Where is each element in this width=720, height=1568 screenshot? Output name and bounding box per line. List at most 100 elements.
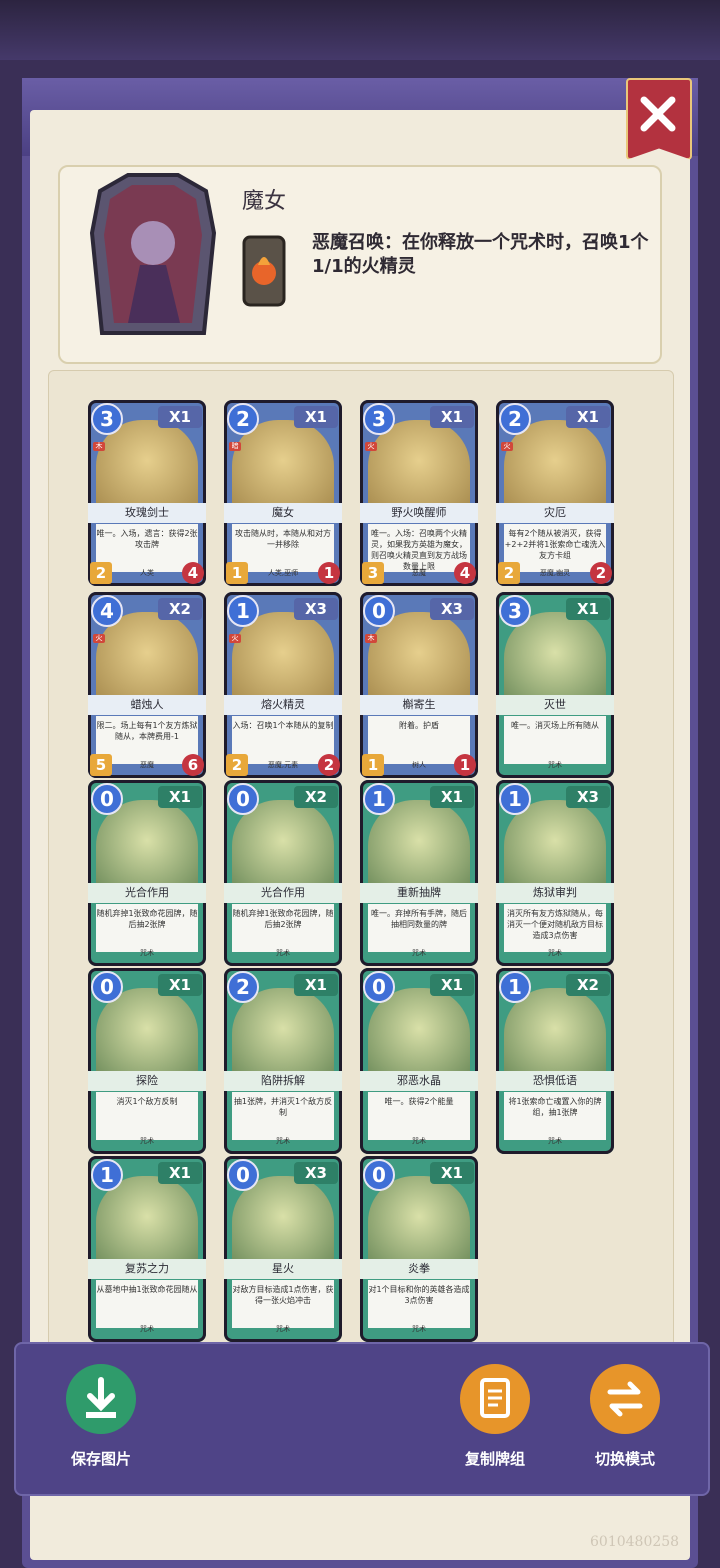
fire-spirit-icon [242,235,286,307]
card-name: 恐惧低语 [496,1071,614,1091]
card-element-tag: 火 [365,442,377,451]
card-type: 咒术 [548,949,562,957]
save-image-label: 保存图片 [70,1450,131,1468]
card-cost: 3 [363,403,395,435]
card-count: X1 [158,1162,202,1184]
card-description: 唯一。消灭场上所有随从 [504,716,606,764]
card-cost: 3 [499,595,531,627]
card-type: 咒术 [412,1325,426,1333]
card-cost: 1 [499,971,531,1003]
card-count: X3 [566,786,610,808]
card-count: X1 [158,974,202,996]
card-count: X1 [294,406,338,428]
hero-portrait [89,173,217,335]
card-type: 咒术 [412,949,426,957]
card-description: 消灭所有友方炼狱随从，每消灭一个便对随机敌方目标造成3点伤害 [504,904,606,952]
card-name: 炎拳 [360,1259,478,1279]
card-element-tag: 火 [93,634,105,643]
card-name: 炼狱审判 [496,883,614,903]
deck-card[interactable]: 0 X3 星火 对敌方目标造成1点伤害，获得一张火焰冲击 咒术 [224,1156,342,1342]
hero-name: 魔女 [242,189,287,214]
deck-card[interactable]: 2 X1 暗魔女 攻击随从时，本随从和对方一并移除 人类,巫师 1 1 [224,400,342,586]
deck-card[interactable]: 1 X3 炼狱审判 消灭所有友方炼狱随从，每消灭一个便对随机敌方目标造成3点伤害 咒术 [496,780,614,966]
card-attack: 2 [226,754,248,776]
top-background [0,0,720,60]
deck-card[interactable]: 0 X1 光合作用 随机弃掉1张致命花园牌，随后抽2张牌 咒术 [88,780,206,966]
deck-card[interactable]: 1 X3 火熔火精灵 入场：召唤1个本随从的复制 恶魔,元素 2 2 [224,592,342,778]
card-count: X2 [294,786,338,808]
card-name: 蜡烛人 [88,695,206,715]
copy-deck-button[interactable] [460,1364,530,1434]
card-name: 魔女 [224,503,342,523]
card-description: 随机弃掉1张致命花园牌，随后抽2张牌 [96,904,198,952]
card-name: 陷阱拆解 [224,1071,342,1091]
card-cost: 2 [227,971,259,1003]
card-cost: 1 [91,1159,123,1191]
card-count: X3 [294,1162,338,1184]
deck-card[interactable]: 0 X1 探险 消灭1个敌方反制 咒术 [88,968,206,1154]
card-health: 4 [182,562,204,584]
deck-card[interactable]: 0 X3 木槲寄生 附着。护盾 树人 1 1 [360,592,478,778]
card-count: X2 [566,974,610,996]
deck-card[interactable]: 1 X1 重新抽牌 唯一。弃掉所有手牌，随后抽相同数量的牌 咒术 [360,780,478,966]
deck-card[interactable]: 2 X1 陷阱拆解 抽1张牌，并消灭1个敌方反制 咒术 [224,968,342,1154]
deck-card[interactable]: 4 X2 火蜡烛人 限二。场上每有1个友方炼狱随从，本牌费用-1 恶魔 5 6 [88,592,206,778]
card-count: X1 [430,1162,474,1184]
deck-card[interactable]: 2 X1 火灾厄 每有2个随从被消灭，获得+2+2并将1张索命亡魂洗入友方卡组 恶魔,幽… [496,400,614,586]
card-health: 1 [318,562,340,584]
deck-card[interactable]: 1 X1 复苏之力 从墓地中抽1张致命花园随从 咒术 [88,1156,206,1342]
card-cost: 4 [91,595,123,627]
card-cost: 0 [91,971,123,1003]
card-name: 玫瑰剑士 [88,503,206,523]
close-icon [640,96,676,132]
card-description: 随机弃掉1张致命花园牌，随后抽2张牌 [232,904,334,952]
card-count: X1 [430,974,474,996]
save-image-button[interactable] [66,1364,136,1434]
watermark: 6010480258 [590,1534,680,1550]
card-health: 1 [454,754,476,776]
deck-card[interactable]: 0 X1 邪恶水晶 唯一。获得2个能量 咒术 [360,968,478,1154]
card-description: 消灭1个敌方反制 [96,1092,198,1140]
card-cost: 0 [363,595,395,627]
card-description: 对1个目标和你的英雄各造成3点伤害 [368,1280,470,1328]
bottom-toolbar: 保存图片 复制牌组 切换模式 [14,1342,710,1496]
card-count: X1 [566,406,610,428]
card-name: 邪恶水晶 [360,1071,478,1091]
card-name: 灭世 [496,695,614,715]
deck-card[interactable]: 0 X2 光合作用 随机弃掉1张致命花园牌，随后抽2张牌 咒术 [224,780,342,966]
card-element-tag: 暗 [229,442,241,451]
card-cost: 0 [227,1159,259,1191]
card-description: 对敌方目标造成1点伤害，获得一张火焰冲击 [232,1280,334,1328]
switch-mode-button[interactable] [590,1364,660,1434]
deck-card[interactable]: 1 X2 恐惧低语 将1张索命亡魂置入你的牌组，抽1张牌 咒术 [496,968,614,1154]
card-type: 咒术 [276,1137,290,1145]
card-count: X1 [430,406,474,428]
card-type: 咒术 [140,949,154,957]
close-button[interactable] [626,78,692,160]
card-health: 6 [182,754,204,776]
card-element-tag: 火 [501,442,513,451]
deck-card[interactable]: 3 X1 灭世 唯一。消灭场上所有随从 咒术 [496,592,614,778]
card-attack: 2 [498,562,520,584]
card-attack: 5 [90,754,112,776]
card-cost: 0 [227,783,259,815]
card-name: 光合作用 [88,883,206,903]
card-cost: 1 [227,595,259,627]
card-type: 咒术 [548,1137,562,1145]
card-attack: 1 [226,562,248,584]
card-health: 2 [318,754,340,776]
deck-card[interactable]: 0 X1 炎拳 对1个目标和你的英雄各造成3点伤害 咒术 [360,1156,478,1342]
switch-mode-label: 切换模式 [594,1450,655,1468]
card-type: 咒术 [412,1137,426,1145]
card-name: 灾厄 [496,503,614,523]
card-type: 咒术 [140,1325,154,1333]
card-description: 唯一。获得2个能量 [368,1092,470,1140]
card-count: X1 [158,406,202,428]
card-count: X2 [158,598,202,620]
deck-card[interactable]: 3 X1 木玫瑰剑士 唯一。入场，遗言：获得2张攻击牌 人类 2 4 [88,400,206,586]
card-element-tag: 木 [365,634,377,643]
copy-deck-label: 复制牌组 [464,1450,525,1468]
card-count: X1 [430,786,474,808]
deck-card[interactable]: 3 X1 火野火唤醒师 唯一。入场：召唤两个火精灵，如果我方英雄为魔女，则召唤火精灵直… [360,400,478,586]
card-cost: 0 [363,1159,395,1191]
